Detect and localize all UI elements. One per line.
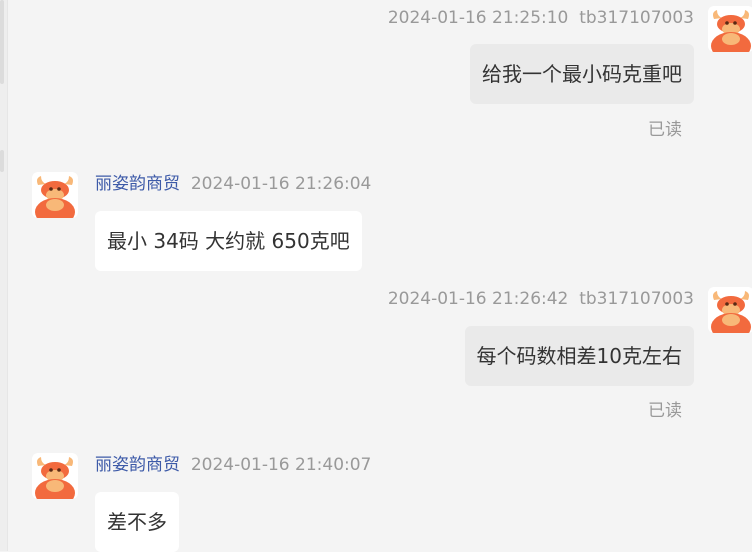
bull-mascot-icon [35,176,75,218]
sender-name[interactable]: 丽姿韵商贸 [95,174,180,194]
contact-avatar[interactable] [32,453,78,499]
message-bubble[interactable]: 差不多 [95,492,179,552]
left-panel-edge [0,0,8,551]
user-avatar[interactable] [708,287,752,333]
message-timestamp: 2024-01-16 21:26:42 [387,289,569,309]
message-meta: 丽姿韵商贸 2024-01-16 21:26:04 [95,174,371,194]
scrollbar-thumb[interactable] [0,0,4,84]
message-meta: 2024-01-16 21:25:10 tb317107003 [388,8,694,28]
message-username: tb317107003 [579,289,694,309]
message-bubble[interactable]: 每个码数相差10克左右 [464,326,694,386]
sender-name[interactable]: 丽姿韵商贸 [95,455,180,475]
message-timestamp: 2024-01-16 21:26:04 [190,174,372,194]
message-timestamp: 2024-01-16 21:25:10 [387,8,569,28]
bull-mascot-icon [35,457,75,499]
scrollbar-handle[interactable] [0,150,4,172]
message-timestamp: 2024-01-16 21:40:07 [190,455,372,475]
bull-mascot-icon [711,291,751,333]
user-avatar[interactable] [708,6,752,52]
message-meta: 丽姿韵商贸 2024-01-16 21:40:07 [95,455,371,475]
chat-message-list: 2024-01-16 21:25:10 tb317107003 给我一个最小码克… [0,0,752,552]
contact-avatar[interactable] [32,172,78,218]
message-username: tb317107003 [579,8,694,28]
message-bubble[interactable]: 最小 34码 大约就 650克吧 [95,211,362,271]
bull-mascot-icon [711,10,751,52]
read-status: 已读 [648,401,682,421]
read-status: 已读 [648,120,682,140]
message-meta: 2024-01-16 21:26:42 tb317107003 [388,289,694,309]
message-bubble[interactable]: 给我一个最小码克重吧 [470,44,694,104]
